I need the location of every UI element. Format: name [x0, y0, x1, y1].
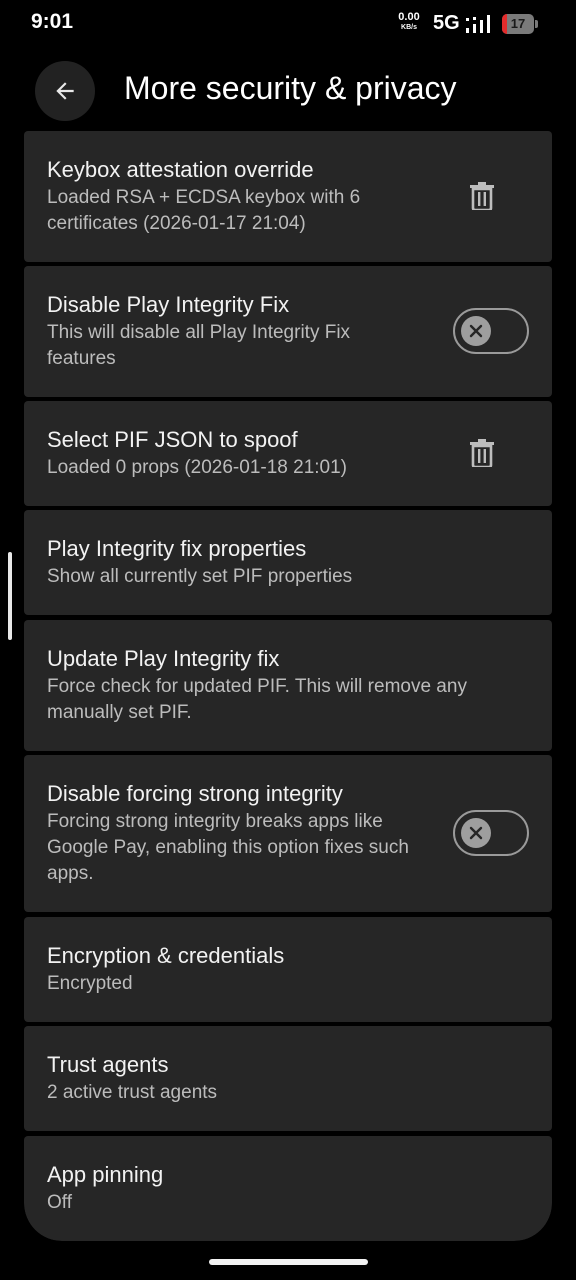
setting-select-pif-json[interactable]: Select PIF JSON to spoof Loaded 0 props …: [24, 401, 552, 506]
setting-title: App pinning: [47, 1162, 164, 1187]
setting-title: Update Play Integrity fix: [47, 646, 280, 671]
setting-trust-agents[interactable]: Trust agents 2 active trust agents: [24, 1026, 552, 1131]
network-speed-indicator: 0.00 KB/s: [394, 11, 424, 32]
status-bar: 9:01 0.00 KB/s 5G 17: [0, 0, 576, 48]
setting-summary: Loaded 0 props (2026-01-18 21:01): [47, 457, 348, 478]
toggle-knob: [461, 316, 491, 346]
setting-app-pinning[interactable]: App pinning Off: [24, 1136, 552, 1241]
back-button[interactable]: [35, 61, 95, 121]
network-speed-value: 0.00: [398, 11, 420, 23]
setting-disable-play-integrity-fix[interactable]: Disable Play Integrity Fix This will dis…: [24, 266, 552, 397]
toggle-knob: [461, 818, 491, 848]
scrollbar[interactable]: [8, 552, 12, 640]
setting-update-play-integrity-fix[interactable]: Update Play Integrity fix Force check fo…: [24, 620, 552, 751]
setting-play-integrity-fix-properties[interactable]: Play Integrity fix properties Show all c…: [24, 510, 552, 615]
close-icon: [469, 324, 483, 338]
signal-strength-icon: [466, 15, 490, 33]
setting-summary: Loaded RSA + ECDSA keybox with 6 certifi…: [47, 187, 361, 234]
status-time: 9:01: [31, 10, 74, 33]
setting-summary: Off: [47, 1192, 72, 1213]
delete-pif-json-button[interactable]: [468, 436, 496, 470]
network-speed-unit: KB/s: [401, 24, 417, 31]
battery-icon: 17: [502, 14, 538, 34]
setting-encryption-credentials[interactable]: Encryption & credentials Encrypted: [24, 917, 552, 1022]
settings-list[interactable]: Keybox attestation override Loaded RSA +…: [24, 131, 552, 1241]
battery-level: 17: [510, 16, 526, 31]
setting-title: Disable forcing strong integrity: [47, 781, 343, 806]
setting-summary: This will disable all Play Integrity Fix…: [47, 322, 351, 369]
setting-title: Disable Play Integrity Fix: [47, 292, 290, 317]
page-title: More security & privacy: [124, 70, 457, 106]
delete-keybox-button[interactable]: [468, 179, 496, 213]
setting-disable-forcing-strong-integrity[interactable]: Disable forcing strong integrity Forcing…: [24, 755, 552, 912]
setting-title: Select PIF JSON to spoof: [47, 427, 298, 452]
setting-title: Encryption & credentials: [47, 943, 285, 968]
arrow-back-icon: [56, 82, 74, 100]
setting-title: Play Integrity fix properties: [47, 536, 307, 561]
gesture-navigation-handle[interactable]: [209, 1259, 368, 1265]
setting-keybox-attestation-override[interactable]: Keybox attestation override Loaded RSA +…: [24, 131, 552, 262]
setting-title: Keybox attestation override: [47, 157, 314, 182]
trash-icon: [470, 182, 494, 210]
setting-summary: 2 active trust agents: [47, 1082, 218, 1103]
setting-summary: Force check for updated PIF. This will r…: [47, 676, 467, 723]
setting-title: Trust agents: [47, 1052, 169, 1077]
disable-strong-integrity-toggle[interactable]: [453, 810, 529, 856]
setting-summary: Encrypted: [47, 973, 133, 994]
close-icon: [469, 826, 483, 840]
trash-icon: [470, 439, 494, 467]
setting-summary: Forcing strong integrity breaks apps lik…: [47, 811, 409, 884]
disable-pif-toggle[interactable]: [453, 308, 529, 354]
setting-summary: Show all currently set PIF properties: [47, 566, 353, 587]
network-type-label: 5G: [433, 12, 460, 34]
